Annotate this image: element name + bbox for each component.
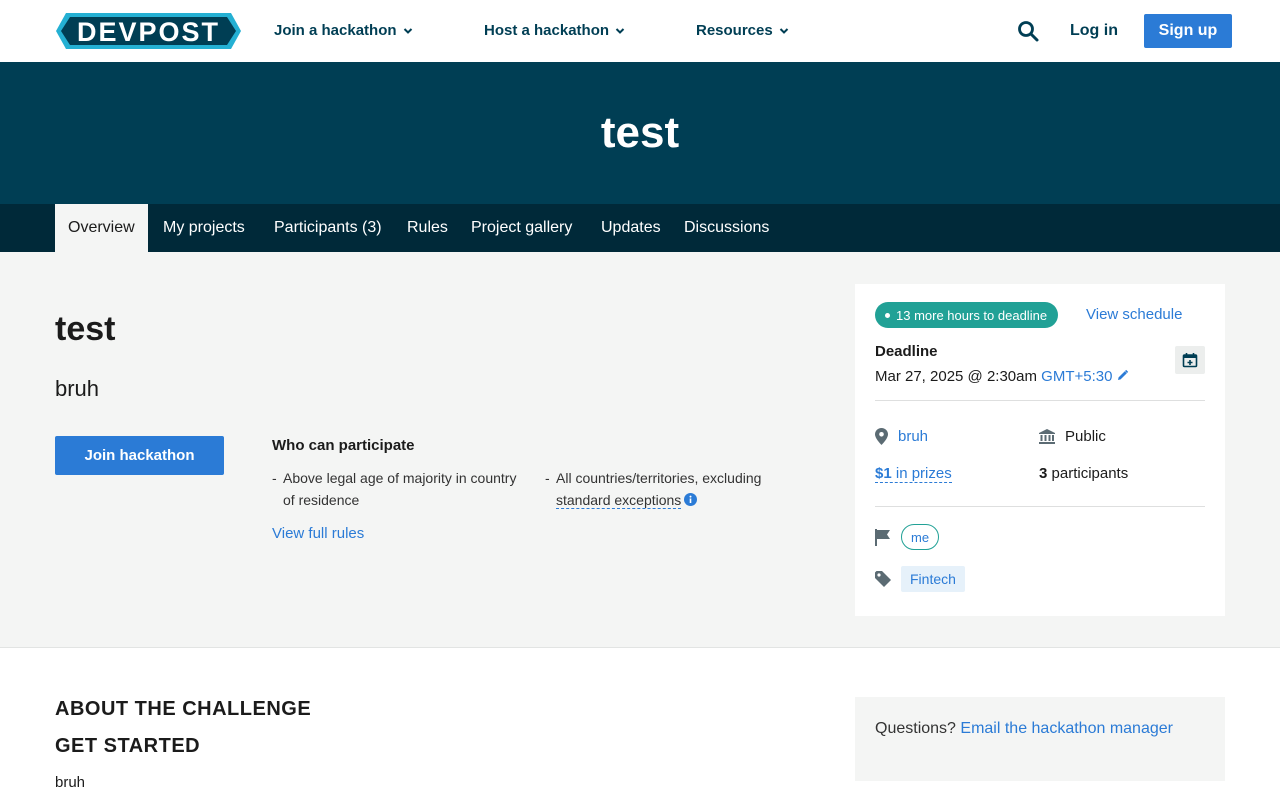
divider — [875, 400, 1205, 401]
add-to-calendar-button[interactable] — [1175, 346, 1205, 374]
questions-label: Questions? — [875, 720, 956, 737]
location-pin-icon — [875, 428, 888, 445]
hackathon-title: test — [55, 310, 116, 348]
timezone-link[interactable]: GMT+5:30 — [1041, 368, 1112, 385]
nav-host-hackathon-label: Host a hackathon — [484, 22, 610, 39]
deadline-label: Deadline — [875, 343, 938, 360]
location-link[interactable]: bruh — [898, 428, 928, 445]
chevron-down-icon — [779, 27, 788, 34]
nav-resources[interactable]: Resources — [696, 22, 789, 39]
nav-resources-label: Resources — [696, 22, 773, 39]
location-row: bruh — [875, 428, 928, 445]
signup-button[interactable]: Sign up — [1144, 14, 1232, 48]
tab-discussions[interactable]: Discussions — [684, 204, 769, 252]
prize-amount: $1 — [875, 465, 892, 482]
info-icon[interactable] — [684, 493, 698, 506]
eligibility-item: - All countries/territories, excluding s… — [545, 470, 762, 509]
devpost-logo[interactable]: DEVPOST — [56, 13, 241, 49]
tab-overview[interactable]: Overview — [55, 204, 148, 252]
join-hackathon-button[interactable]: Join hackathon — [55, 436, 224, 475]
tab-participants[interactable]: Participants (3) — [274, 204, 382, 252]
deadline-datetime: Mar 27, 2025 @ 2:30am — [875, 368, 1037, 385]
participant-count: 3 — [1039, 465, 1048, 482]
divider — [875, 506, 1205, 507]
standard-exceptions-link[interactable]: standard exceptions — [556, 492, 682, 509]
tab-rules[interactable]: Rules — [407, 204, 448, 252]
search-icon[interactable] — [1016, 19, 1040, 43]
view-schedule-link[interactable]: View schedule — [1086, 306, 1182, 323]
top-navigation: DEVPOST Join a hackathon Host a hackatho… — [0, 0, 1280, 62]
eligibility-age-text: Above legal age of majority in country o… — [283, 470, 517, 508]
prize-suffix: in prizes — [891, 465, 952, 482]
eligibility-countries-text: All countries/territories, excluding — [556, 470, 762, 486]
email-manager-link[interactable]: Email the hackathon manager — [960, 720, 1173, 737]
nav-join-hackathon[interactable]: Join a hackathon — [274, 22, 413, 39]
tab-my-projects[interactable]: My projects — [163, 204, 245, 252]
hero-banner: test — [0, 62, 1280, 204]
about-heading: ABOUT THE CHALLENGE — [55, 698, 312, 720]
tab-bar: Overview My projects Participants (3) Ru… — [0, 204, 1280, 252]
deadline-countdown-badge: 13 more hours to deadline — [875, 302, 1059, 328]
themes-row: Fintech — [875, 566, 965, 592]
host-row: me — [875, 524, 940, 550]
theme-tag[interactable]: Fintech — [901, 566, 965, 592]
eligibility-item: - Above legal age of majority in country… — [272, 467, 530, 511]
tag-icon — [875, 571, 891, 587]
deadline-date: Mar 27, 2025 @ 2:30am GMT+5:30 — [875, 368, 1129, 385]
calendar-add-icon — [1182, 353, 1198, 368]
bank-building-icon — [1039, 429, 1055, 444]
hero-title: test — [600, 108, 680, 157]
who-can-participate-heading: Who can participate — [272, 437, 415, 454]
visibility-text: Public — [1065, 428, 1106, 445]
tab-updates[interactable]: Updates — [601, 204, 661, 252]
flag-icon — [875, 528, 890, 546]
participant-suffix: participants — [1047, 465, 1129, 482]
prizes-row: $1 in prizes — [875, 465, 952, 483]
questions-box: Questions? Email the hackathon manager — [855, 697, 1225, 781]
prizes-link[interactable]: $1 in prizes — [875, 465, 952, 483]
participants-row: 3 participants — [1039, 465, 1128, 482]
host-tag[interactable]: me — [901, 524, 940, 550]
about-body: bruh — [55, 774, 86, 791]
hackathon-tagline: bruh — [55, 376, 100, 401]
logo-text: DEVPOST — [77, 17, 220, 47]
tab-project-gallery[interactable]: Project gallery — [471, 204, 572, 252]
chevron-down-icon — [403, 27, 412, 34]
pencil-icon[interactable] — [1116, 369, 1129, 382]
hackathon-info-card: 13 more hours to deadline View schedule … — [855, 284, 1225, 616]
login-link[interactable]: Log in — [1070, 22, 1118, 40]
nav-host-hackathon[interactable]: Host a hackathon — [484, 22, 625, 39]
chevron-down-icon — [615, 27, 625, 34]
view-full-rules-link[interactable]: View full rules — [272, 525, 364, 542]
visibility-row: Public — [1039, 428, 1106, 445]
nav-join-hackathon-label: Join a hackathon — [274, 22, 397, 39]
get-started-heading: GET STARTED — [55, 735, 201, 757]
